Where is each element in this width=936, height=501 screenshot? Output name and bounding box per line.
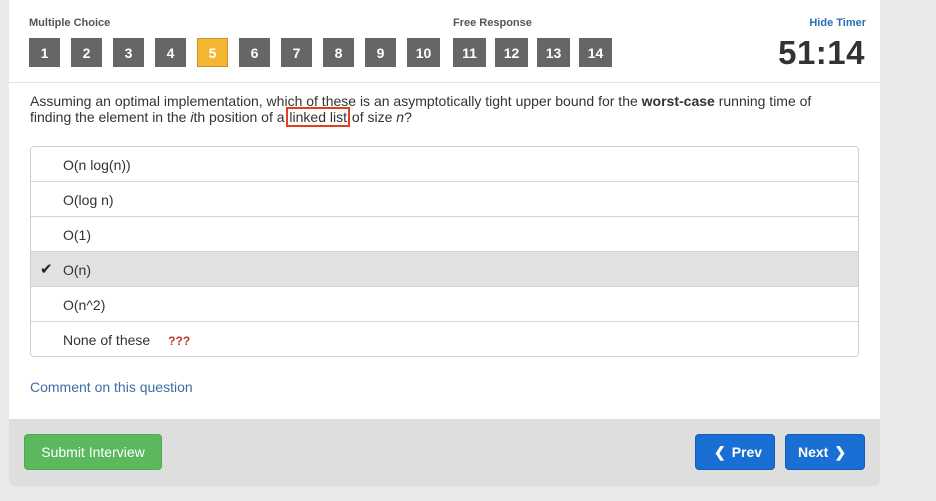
question-text-part: th position of a [193,109,285,125]
question-button-6[interactable]: 6 [239,38,270,67]
next-label: Next [797,444,829,460]
interview-card: Multiple Choice Free Response 1 2 3 4 5 … [9,0,880,486]
prev-button[interactable]: ❮ Prev [695,434,775,470]
checkmark-icon: ✔ [40,261,53,278]
question-button-10[interactable]: 10 [407,38,440,67]
annotation-mark: ??? [168,334,191,348]
question-button-7[interactable]: 7 [281,38,312,67]
highlighted-term: linked list [286,107,351,127]
question-button-3[interactable]: 3 [113,38,144,67]
question-text-part: of size [351,109,397,125]
question-button-5[interactable]: 5 [197,38,228,67]
free-response-label: Free Response [453,17,532,29]
hide-timer-link[interactable]: Hide Timer [809,17,866,29]
question-button-12[interactable]: 12 [495,38,528,67]
answer-list: O(n log(n)) O(log n) O(1) ✔ O(n) O(n^2) … [30,146,859,357]
question-button-9[interactable]: 9 [365,38,396,67]
answer-label-wrap: None of these??? [63,332,190,348]
answer-label: O(n log(n)) [63,157,131,173]
question-emphasis: worst-case [641,93,715,109]
question-button-2[interactable]: 2 [71,38,102,67]
multiple-choice-label: Multiple Choice [29,17,111,29]
question-text-part: ? [404,109,412,125]
question-button-14[interactable]: 14 [579,38,612,67]
question-button-13[interactable]: 13 [537,38,570,67]
answer-option[interactable]: O(1) [31,217,858,252]
question-button-8[interactable]: 8 [323,38,354,67]
answer-label: O(n^2) [63,297,106,313]
answer-option-selected[interactable]: ✔ O(n) [31,252,858,287]
answer-label: O(n) [63,262,91,278]
chevron-left-icon: ❮ [713,443,726,460]
footer-bar: Submit Interview ❮ Prev Next ❯ [9,419,880,486]
chevron-right-icon: ❯ [834,443,847,460]
question-button-11[interactable]: 11 [453,38,486,67]
submit-interview-button[interactable]: Submit Interview [24,434,162,470]
next-button[interactable]: Next ❯ [785,434,865,470]
question-button-4[interactable]: 4 [155,38,186,67]
answer-label: None of these [63,332,151,348]
answer-label: O(1) [63,227,91,243]
comment-link[interactable]: Comment on this question [30,379,193,395]
question-variable-n: n [396,109,405,125]
answer-option[interactable]: O(n^2) [31,287,858,322]
prev-label: Prev [731,444,763,460]
question-text: Assuming an optimal implementation, whic… [30,93,850,127]
question-navigator-header: Multiple Choice Free Response 1 2 3 4 5 … [9,0,880,83]
question-button-1[interactable]: 1 [29,38,60,67]
answer-label: O(log n) [63,192,114,208]
answer-option[interactable]: None of these??? [31,322,858,356]
countdown-timer: 51:14 [778,34,865,71]
answer-option[interactable]: O(n log(n)) [31,147,858,182]
answer-option[interactable]: O(log n) [31,182,858,217]
